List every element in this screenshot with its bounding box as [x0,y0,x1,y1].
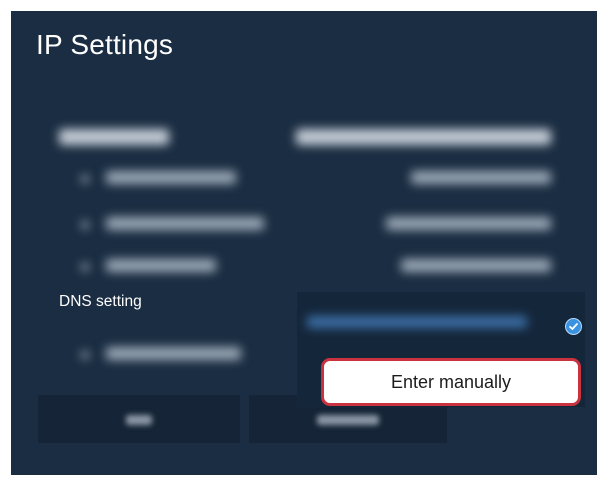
dialog-title: IP Settings [36,29,174,60]
dns-setting-dropdown: Enter manually [297,292,585,407]
check-icon [565,318,582,335]
ip-settings-dialog: IP Settings DNS setting Enter manually [11,11,597,475]
dns-setting-label: DNS setting [59,293,142,310]
enter-manually-option[interactable]: Enter manually [321,358,581,406]
ok-button[interactable] [38,395,240,443]
dns-option-automatic[interactable] [307,302,557,342]
